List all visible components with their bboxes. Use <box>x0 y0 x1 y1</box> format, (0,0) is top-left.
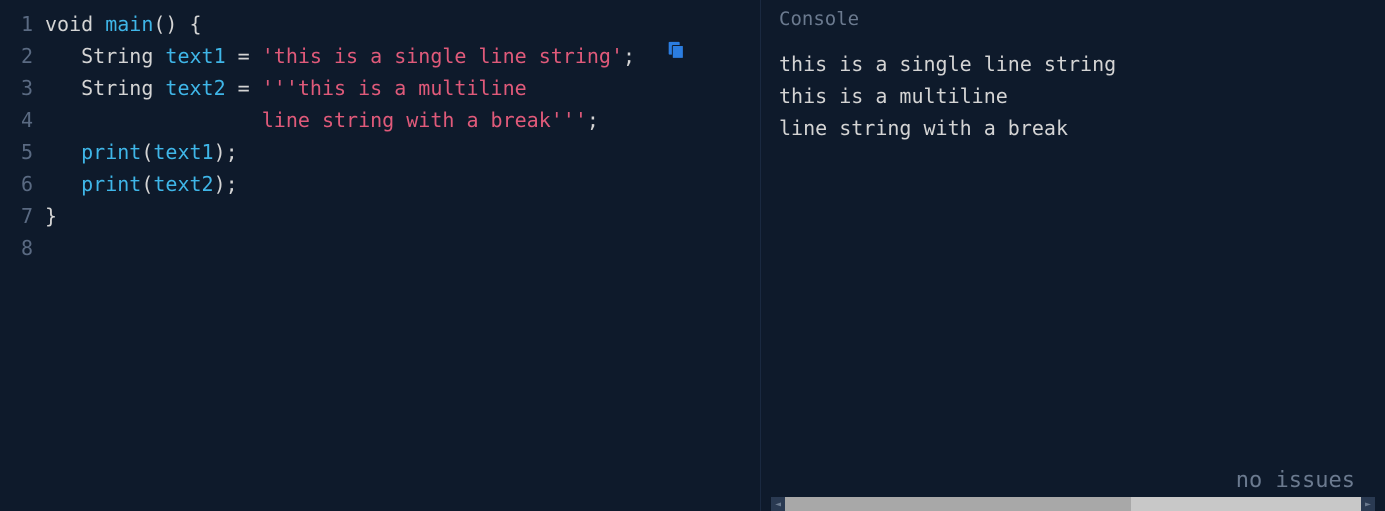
code-line[interactable]: 5 print(text1); <box>0 136 760 168</box>
code-editor-pane[interactable]: 1 void main() { 2 String text1 = 'this i… <box>0 0 760 511</box>
line-number: 8 <box>0 232 45 264</box>
code-line[interactable]: 6 print(text2); <box>0 168 760 200</box>
horizontal-scrollbar[interactable]: ◄ ► <box>771 497 1375 511</box>
line-number: 7 <box>0 200 45 232</box>
code-line[interactable]: 2 String text1 = 'this is a single line … <box>0 40 760 72</box>
line-content: void main() { <box>45 8 202 40</box>
line-content: line string with a break'''; <box>45 104 599 136</box>
line-number: 3 <box>0 72 45 104</box>
line-content: print(text1); <box>45 136 238 168</box>
console-line: this is a single line string <box>779 48 1367 80</box>
line-number: 2 <box>0 40 45 72</box>
line-content: print(text2); <box>45 168 238 200</box>
line-content: } <box>45 200 57 232</box>
scrollbar-track[interactable] <box>785 497 1361 511</box>
line-content: String text1 = 'this is a single line st… <box>45 40 635 72</box>
line-content: String text2 = '''this is a multiline <box>45 72 527 104</box>
line-number: 1 <box>0 8 45 40</box>
line-number: 5 <box>0 136 45 168</box>
copy-icon[interactable] <box>665 40 687 62</box>
code-line[interactable]: 8 <box>0 232 760 264</box>
console-line: line string with a break <box>779 112 1367 144</box>
code-line[interactable]: 4 line string with a break'''; <box>0 104 760 136</box>
scroll-left-arrow-icon[interactable]: ◄ <box>771 497 785 511</box>
code-line[interactable]: 1 void main() { <box>0 8 760 40</box>
console-title: Console <box>761 0 1385 40</box>
code-line[interactable]: 7 } <box>0 200 760 232</box>
console-output: this is a single line stringthis is a mu… <box>761 40 1385 152</box>
line-number: 6 <box>0 168 45 200</box>
console-pane: Console this is a single line stringthis… <box>760 0 1385 511</box>
scroll-right-arrow-icon[interactable]: ► <box>1361 497 1375 511</box>
scrollbar-thumb[interactable] <box>785 497 1131 511</box>
console-line: this is a multiline <box>779 80 1367 112</box>
status-text: no issues <box>1236 468 1355 493</box>
line-number: 4 <box>0 104 45 136</box>
code-line[interactable]: 3 String text2 = '''this is a multiline <box>0 72 760 104</box>
